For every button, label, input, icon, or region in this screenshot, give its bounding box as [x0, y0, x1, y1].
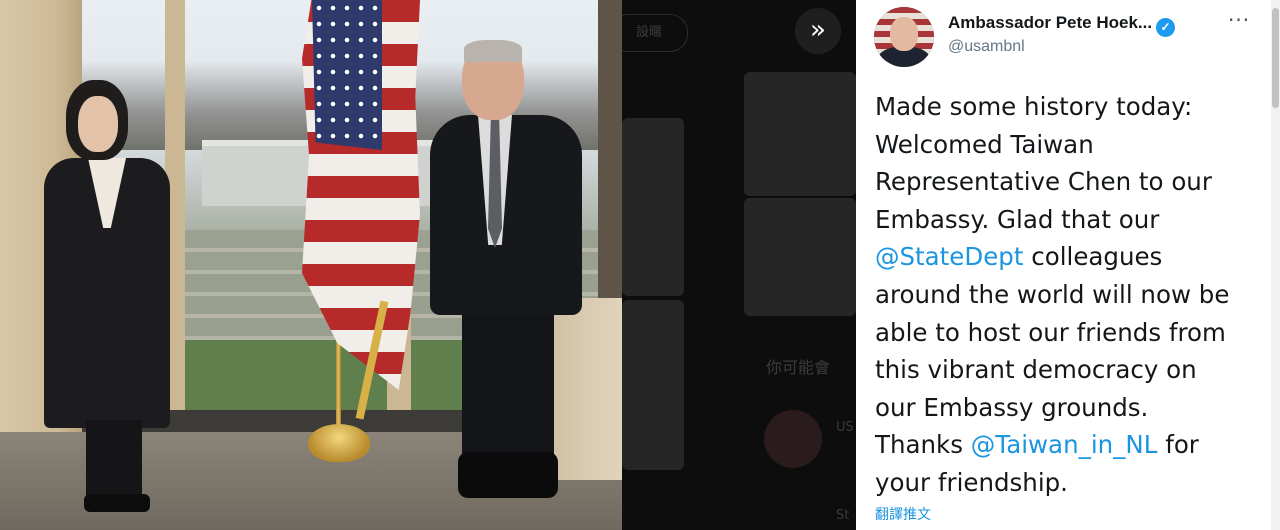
mention-link-taiwan-in-nl[interactable]: @Taiwan_in_NL	[971, 430, 1158, 459]
tweet-photo[interactable]	[0, 0, 622, 530]
background-card	[622, 300, 684, 470]
armchair	[548, 298, 622, 480]
more-options-icon[interactable]: ···	[1228, 8, 1250, 32]
tweet-line: Made some history today:	[875, 92, 1193, 121]
double-chevron-right-icon: »	[810, 15, 826, 45]
man-hair	[464, 40, 522, 62]
translate-tweet-link[interactable]: 翻譯推文	[875, 504, 931, 524]
background-suggestion: St	[836, 508, 850, 523]
verified-badge-icon: ✓	[1156, 18, 1176, 37]
tweet-line-text: for	[1157, 430, 1199, 460]
dimmed-background: 設暱 你可能會 US St	[622, 0, 856, 530]
author-name-text: Ambassador Pete Hoek...	[948, 13, 1153, 32]
author-name[interactable]: Ambassador Pete Hoek... ✓	[948, 13, 1176, 37]
scrollbar-thumb[interactable]	[1272, 8, 1279, 108]
tweet-line: around the world will now be	[875, 279, 1230, 309]
expand-panel-button[interactable]: »	[795, 8, 841, 54]
tweet-line: Representative Chen to our	[875, 167, 1212, 197]
tweet-line: @StateDept colleagues	[875, 238, 1260, 276]
woman-face	[78, 96, 118, 152]
scrollbar[interactable]	[1271, 0, 1280, 530]
background-card	[744, 198, 856, 316]
tweet-text: Made some history today: Welcomed Taiwan…	[875, 88, 1260, 502]
background-avatar	[764, 410, 822, 468]
man-shoes	[458, 452, 558, 498]
woman-shoes	[84, 494, 150, 512]
tweet-line: this vibrant democracy on	[875, 355, 1197, 385]
flag-stand	[308, 424, 370, 462]
background-tab: 設暱	[622, 14, 688, 52]
background-section-title: 你可能會	[766, 358, 831, 377]
tweet-panel: Ambassador Pete Hoek... ✓ @usambnl ··· Ma…	[856, 0, 1280, 530]
flag-stars	[312, 0, 382, 150]
tweet-line: Embassy. Glad that our	[875, 204, 1160, 234]
background-card	[622, 118, 684, 296]
background-card	[744, 72, 856, 196]
background-suggestion: US	[836, 420, 854, 435]
tweet-line-text: Thanks	[875, 430, 971, 460]
tweet-line-text: colleagues	[1023, 242, 1163, 272]
mention-link-statedept[interactable]: @StateDept	[875, 242, 1023, 271]
tweet-line: our Embassy grounds.	[875, 392, 1149, 422]
tweet-line: Welcomed Taiwan	[875, 129, 1094, 159]
author-handle[interactable]: @usambnl	[948, 38, 1025, 56]
tweet-line: able to host our friends from	[875, 317, 1226, 347]
author-avatar[interactable]	[874, 7, 934, 67]
tweet-line: your friendship.	[875, 467, 1068, 497]
man-legs	[462, 300, 554, 470]
tweet-line: Thanks @Taiwan_in_NL for	[875, 426, 1260, 464]
